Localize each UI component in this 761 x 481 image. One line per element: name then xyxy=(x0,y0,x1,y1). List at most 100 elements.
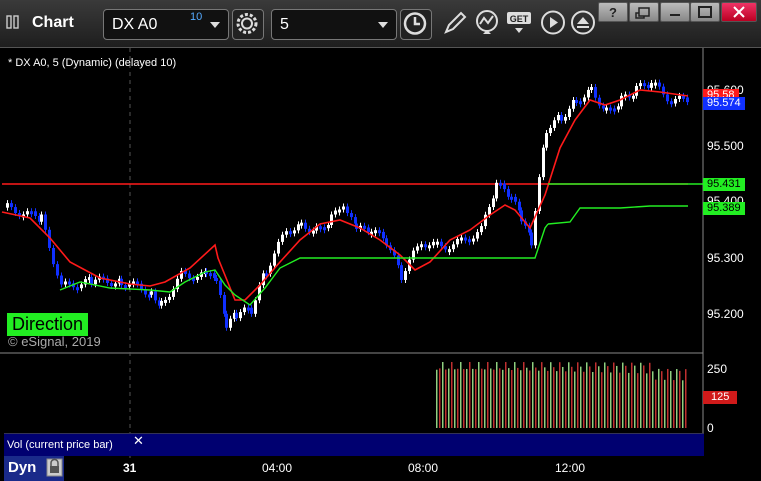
chevron-down-icon[interactable] xyxy=(210,22,220,28)
candle xyxy=(110,282,113,286)
candle xyxy=(215,278,218,282)
volume-bar xyxy=(505,362,507,428)
time-tick: 31 xyxy=(123,461,137,475)
volume-bar xyxy=(613,362,615,428)
candle xyxy=(587,89,590,98)
candle xyxy=(639,83,642,87)
candle xyxy=(514,196,517,202)
volume-bar xyxy=(520,370,522,428)
candle xyxy=(293,230,296,234)
candle xyxy=(188,273,191,279)
time-template-button[interactable] xyxy=(400,9,432,40)
volume-bar xyxy=(655,379,657,428)
candle xyxy=(476,232,479,239)
symbol-badge: 10 xyxy=(190,11,203,23)
volume-bar xyxy=(436,369,438,428)
candle xyxy=(424,244,427,248)
candle xyxy=(428,245,431,249)
volume-bar xyxy=(670,371,672,428)
close-button[interactable] xyxy=(721,2,757,22)
svg-text:GET: GET xyxy=(510,14,529,24)
candle xyxy=(420,244,423,248)
volume-bar xyxy=(649,362,651,428)
candle xyxy=(160,300,163,306)
volume-bar xyxy=(667,368,669,428)
candle xyxy=(235,312,238,319)
candle xyxy=(148,294,151,298)
minimize-button[interactable] xyxy=(660,2,690,22)
candle xyxy=(114,283,117,287)
candle xyxy=(594,87,597,98)
volume-bar xyxy=(658,368,660,428)
volume-bar xyxy=(547,370,549,428)
direction-label: Direction xyxy=(7,313,89,336)
volume-bar xyxy=(535,367,537,428)
symbol-input[interactable]: DX A0 10 xyxy=(103,9,229,40)
dynamic-button[interactable]: Dyn xyxy=(4,456,64,481)
volume-bar xyxy=(631,362,633,428)
copyright-text: © eSignal, 2019 xyxy=(8,334,101,349)
volume-bar xyxy=(544,367,546,428)
settings-button[interactable] xyxy=(232,9,264,40)
help-button[interactable]: ? xyxy=(598,2,628,22)
candle xyxy=(643,83,646,87)
volume-bar xyxy=(586,362,588,428)
interval-select[interactable]: 5 xyxy=(271,9,397,40)
candle xyxy=(583,97,586,102)
volume-bar xyxy=(661,371,663,428)
volume-bar xyxy=(475,369,477,428)
candle xyxy=(40,214,43,222)
close-study-icon[interactable]: ✕ xyxy=(133,433,144,449)
volume-bar xyxy=(529,370,531,428)
volume-bar xyxy=(679,370,681,428)
candle xyxy=(568,108,571,117)
candle xyxy=(416,246,419,251)
clock-icon xyxy=(403,12,427,35)
chart-study-icon[interactable] xyxy=(472,8,502,37)
candle xyxy=(243,307,246,313)
volume-bar xyxy=(580,366,582,428)
volume-bar xyxy=(442,362,444,428)
volume-bar xyxy=(541,362,543,428)
chevron-down-icon[interactable] xyxy=(378,22,388,28)
volume-bar xyxy=(553,367,555,428)
volume-bar xyxy=(601,372,603,428)
restore-button[interactable] xyxy=(629,2,659,22)
green-price-tag-2: 95.389 xyxy=(703,202,745,215)
volume-bar xyxy=(511,370,513,428)
candle xyxy=(196,276,199,280)
volume-bar xyxy=(682,380,684,428)
price-chart[interactable] xyxy=(0,48,761,481)
candle xyxy=(338,209,341,213)
candle xyxy=(404,271,407,280)
candle xyxy=(617,106,620,110)
candle xyxy=(480,226,483,233)
last-price-tag: 95.574 xyxy=(703,97,745,110)
volume-bar xyxy=(538,370,540,428)
volume-bar xyxy=(469,362,471,428)
restore-icon xyxy=(635,7,650,19)
volume-bar xyxy=(610,372,612,428)
candle xyxy=(247,307,250,311)
candle xyxy=(76,287,79,291)
eject-icon[interactable] xyxy=(568,8,598,37)
play-icon[interactable] xyxy=(538,8,568,37)
candle xyxy=(456,238,459,245)
candle xyxy=(367,227,370,233)
candle xyxy=(492,198,495,208)
volume-bar xyxy=(454,369,456,428)
maximize-button[interactable] xyxy=(690,2,720,22)
maximize-icon xyxy=(698,6,712,18)
pencil-icon[interactable] xyxy=(440,8,470,37)
volume-study-label[interactable]: Vol (current price bar) xyxy=(7,439,113,451)
candle xyxy=(289,231,292,235)
candle xyxy=(225,313,228,328)
volume-bar xyxy=(472,368,474,428)
get-icon[interactable]: GET xyxy=(505,8,535,37)
candle xyxy=(549,127,552,134)
candle xyxy=(400,265,403,280)
candle xyxy=(518,201,521,211)
candle xyxy=(239,312,242,319)
candle xyxy=(164,299,167,303)
volume-bar xyxy=(532,362,534,428)
